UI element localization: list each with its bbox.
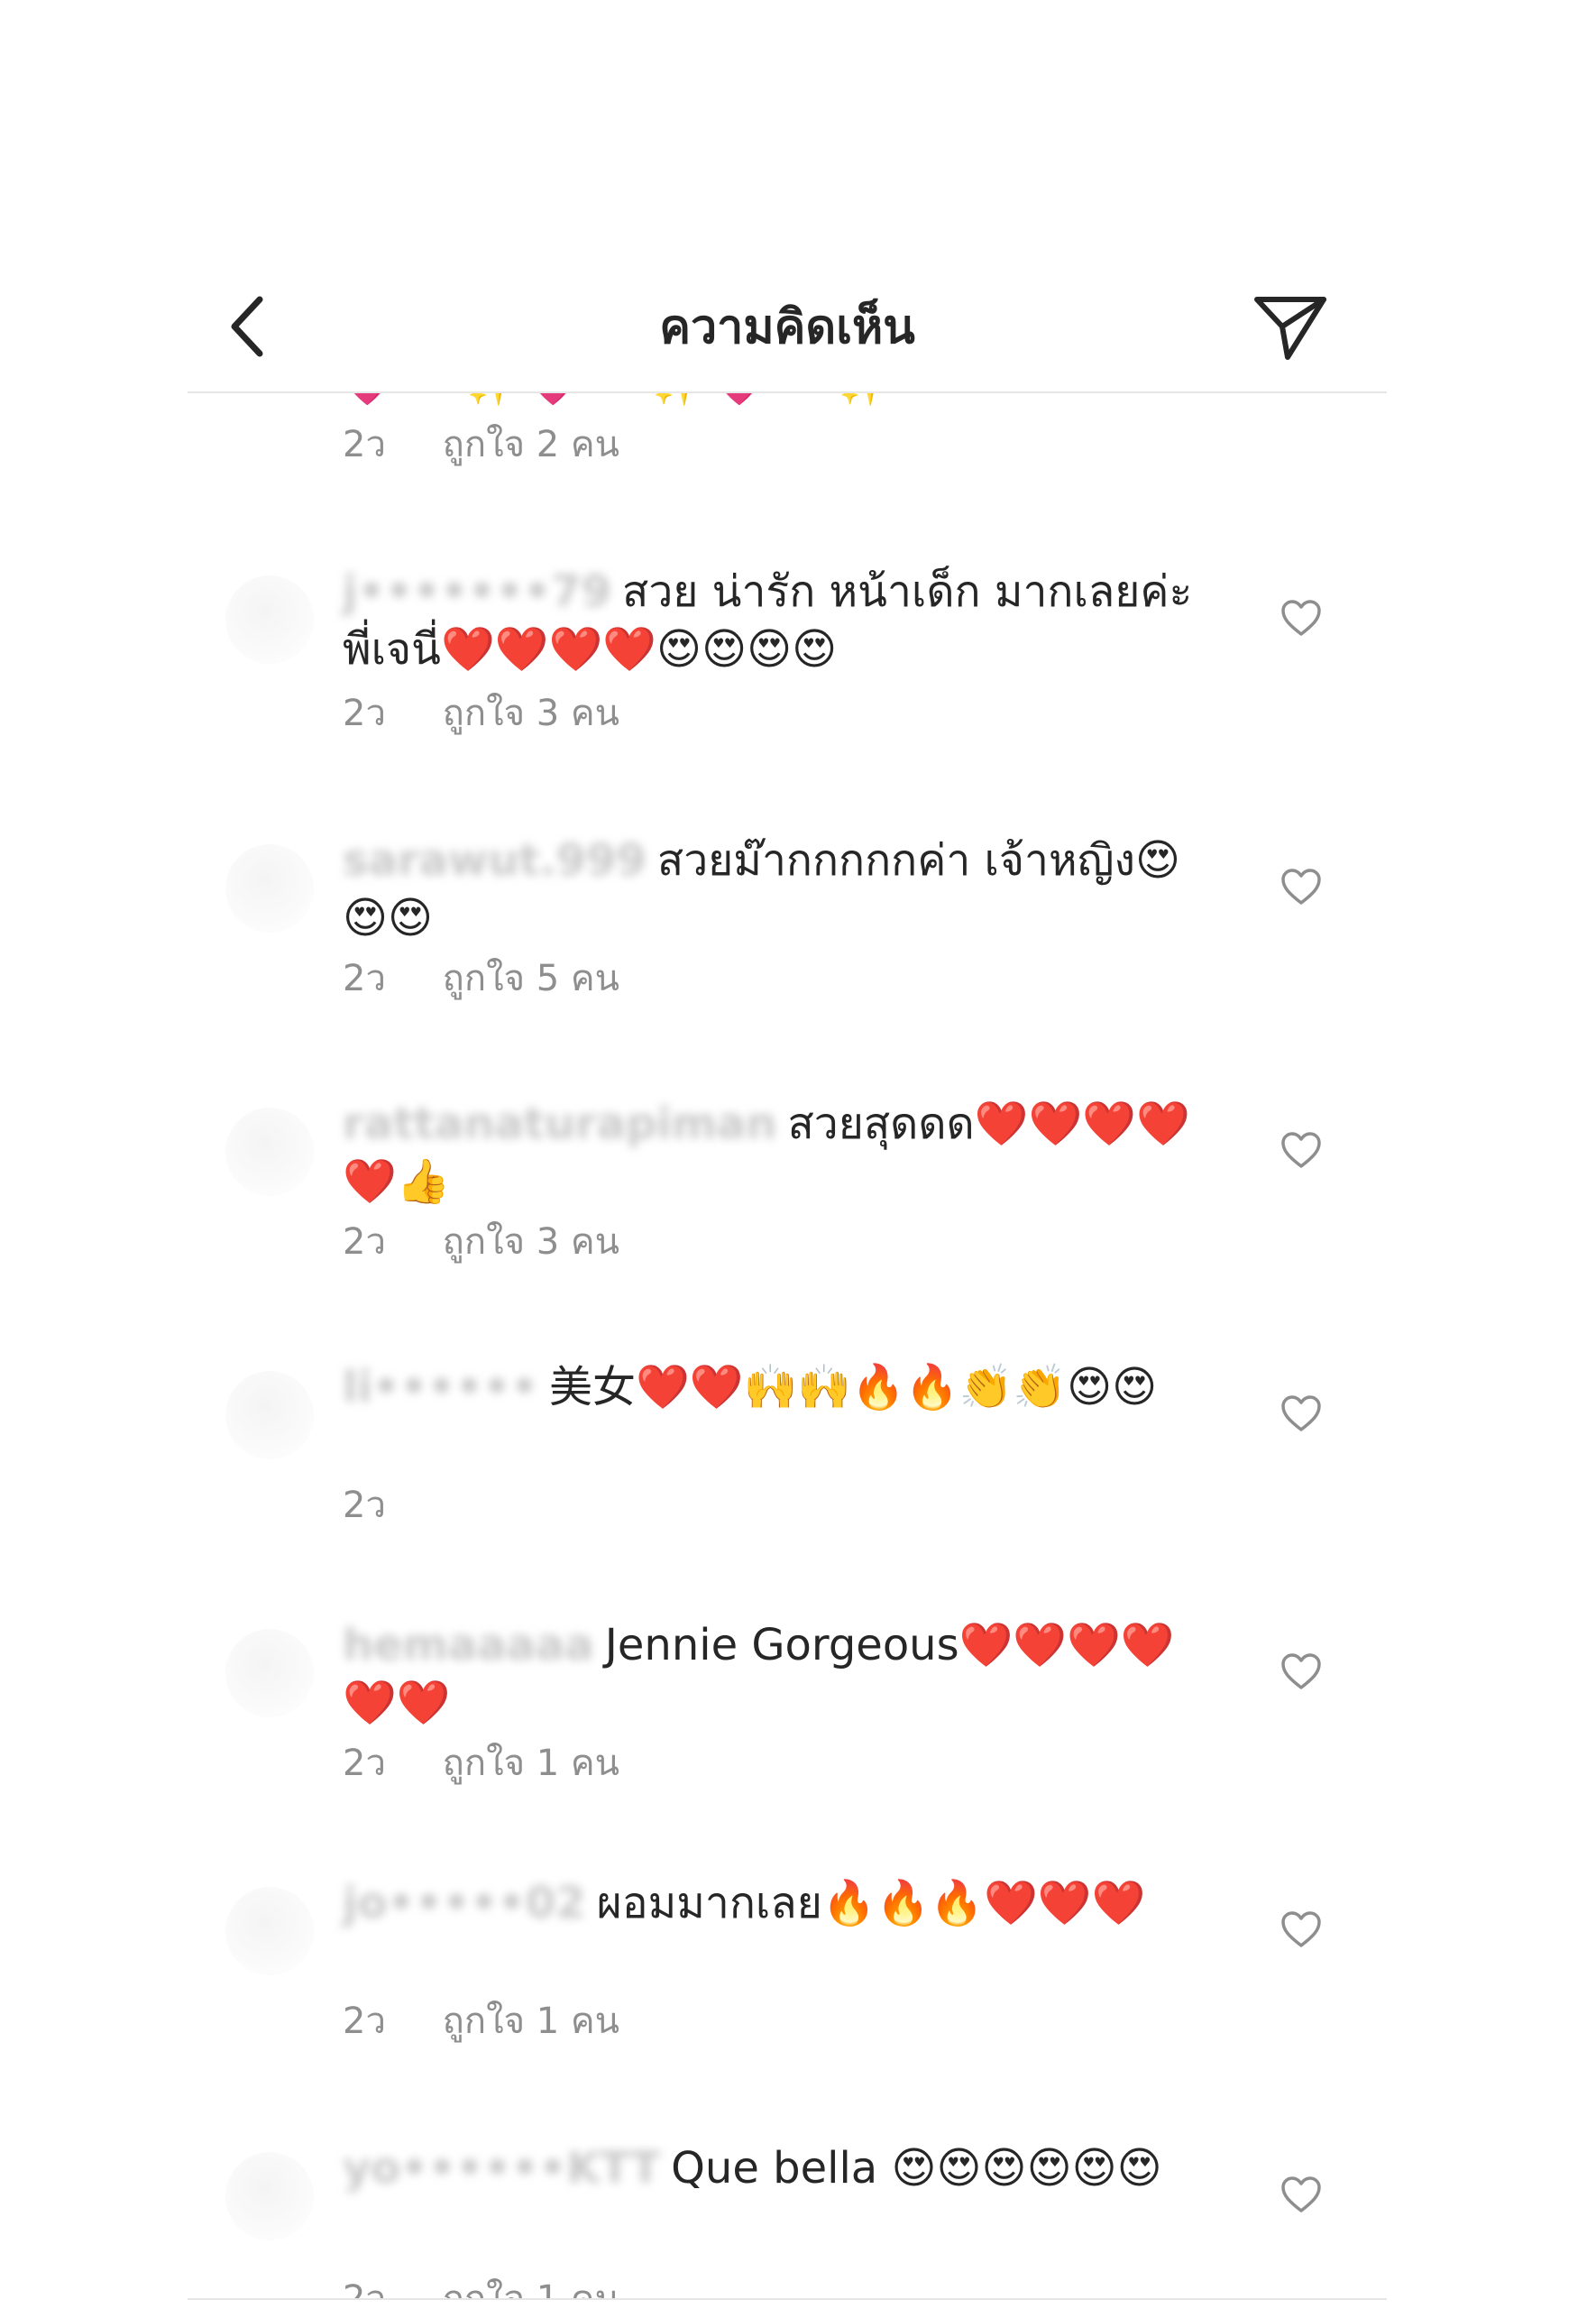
comment-meta: 2ว ถูกใจ 3 คน [343,1218,619,1266]
header-bar: ความคิดเห็น [188,262,1387,392]
comment-username[interactable]: jo•••••02 [343,1878,586,1928]
comment-likes[interactable]: ถูกใจ 5 คน [443,958,619,999]
avatar[interactable] [225,1108,314,1196]
bottom-divider [188,2298,1387,2300]
comment-username[interactable]: rattanaturapiman [343,1099,776,1149]
comment-item: yo••••••KTTQue bella 😍😍😍😍😍😍 2ว ถูกใจ 1 ค… [0,2139,1596,2298]
comment-time: 2ว [343,424,386,465]
comment-username[interactable]: hemaaaaa [343,1620,594,1670]
heart-icon[interactable] [1280,1910,1322,1948]
comment-likes[interactable]: ถูกใจ 2 คน [443,424,619,465]
avatar[interactable] [225,844,314,933]
comment-likes[interactable]: ถูกใจ 1 คน [443,2278,619,2298]
avatar[interactable] [225,1371,314,1459]
comment-time: 2ว [343,1221,386,1263]
heart-icon[interactable] [1280,1394,1322,1432]
comment-body: li•••••• 美女❤️❤️🙌🙌🔥🔥👏👏😍😍 [343,1358,1208,1416]
comment-body: hemaaaaa Jennie Gorgeous❤️❤️❤️❤️❤️❤️ [343,1616,1208,1732]
comment-likes[interactable]: ถูกใจ 3 คน [443,693,619,734]
paper-plane-icon [1254,297,1326,360]
comment-time: 2ว [343,958,386,999]
share-button[interactable] [1250,289,1331,365]
comment-meta: 2ว ถูกใจ 1 คน [343,2275,619,2298]
comment-meta: 2ว ถูกใจ 3 คน [343,689,619,738]
comment-text: ผอมมากเลย🔥🔥🔥❤️❤️❤️ [596,1878,1146,1928]
comment-time: 2ว [343,693,386,734]
comment-username[interactable]: sarawut.999 [343,835,647,886]
comment-meta: 2ว [343,1481,431,1530]
comment-likes[interactable]: ถูกใจ 1 คน [443,2001,619,2042]
heart-icon[interactable] [1280,599,1322,637]
comment-item: j•••••••79 สวย น่ารัก หน้าเด็ก มากเลยค่ะพ… [0,563,1596,788]
comment-item-partial: 💗🔹✨💗🔹✨💗🔹✨ 2ว ถูกใจ 2 คน [0,393,1596,492]
heart-icon[interactable] [1280,2176,1322,2213]
comment-meta: 2ว ถูกใจ 5 คน [343,954,619,1003]
comment-meta: 2ว ถูกใจ 1 คน [343,1997,619,2046]
comments-screen: ความคิดเห็น 💗🔹✨💗🔹✨💗🔹✨ 2ว ถูกใจ 2 คน j•••… [0,0,1596,2309]
comment-body: jo•••••02 ผอมมากเลย🔥🔥🔥❤️❤️❤️ [343,1874,1208,1932]
avatar[interactable] [225,575,314,664]
comment-list[interactable]: 💗🔹✨💗🔹✨💗🔹✨ 2ว ถูกใจ 2 คน j•••••••79สวย น่… [0,393,1596,2298]
comment-body: j•••••••79 สวย น่ารัก หน้าเด็ก มากเลยค่ะพ… [343,563,1208,678]
avatar[interactable] [225,2152,314,2240]
comment-body: yo••••••KTT Que bella 😍😍😍😍😍😍 [343,2139,1208,2197]
avatar[interactable] [225,1629,314,1717]
comment-time: 2ว [343,1485,386,1526]
comment-item: sarawut.999 สวยม๊ากกกกกค่า เจ้าหญิง😍😍😍 2ว… [0,832,1596,1057]
avatar[interactable] [225,1887,314,1975]
comment-text: 美女❤️❤️🙌🙌🔥🔥👏👏😍😍 [548,1362,1158,1412]
comment-item: rattanaturapiman สวยสุดดด❤️❤️❤️❤️❤️👍 2ว ถ… [0,1095,1596,1320]
comment-item: li•••••• 美女❤️❤️🙌🙌🔥🔥👏👏😍😍 2ว [0,1358,1596,1584]
comment-time: 2ว [343,1743,386,1784]
comment-body: sarawut.999 สวยม๊ากกกกกค่า เจ้าหญิง😍😍😍 [343,832,1208,947]
comment-meta: 2ว ถูกใจ 2 คน [343,420,619,469]
page-title: ความคิดเห็น [659,300,915,354]
comment-username[interactable]: li•••••• [343,1362,538,1412]
comment-time: 2ว [343,2001,386,2042]
comment-body: rattanaturapiman สวยสุดดด❤️❤️❤️❤️❤️👍 [343,1095,1208,1210]
comment-username[interactable]: j•••••••79 [343,566,611,617]
comment-likes[interactable]: ถูกใจ 1 คน [443,1743,619,1784]
comment-text: Que bella 😍😍😍😍😍😍 [671,2143,1162,2194]
comment-meta: 2ว ถูกใจ 1 คน [343,1739,619,1788]
comment-time: 2ว [343,2278,386,2298]
comment-likes[interactable]: ถูกใจ 3 คน [443,1221,619,1263]
comment-username[interactable]: yo••••••KTT [343,2143,660,2194]
heart-icon[interactable] [1280,1652,1322,1690]
heart-icon[interactable] [1280,1131,1322,1169]
heart-icon[interactable] [1280,868,1322,906]
comment-item: hemaaaaa Jennie Gorgeous❤️❤️❤️❤️❤️❤️ 2ว ถ… [0,1616,1596,1842]
comment-item: jo•••••02 ผอมมากเลย🔥🔥🔥❤️❤️❤️ 2ว ถูกใจ 1 ค… [0,1874,1596,2100]
comment-text: 💗🔹✨💗🔹✨💗🔹✨ [343,393,901,413]
